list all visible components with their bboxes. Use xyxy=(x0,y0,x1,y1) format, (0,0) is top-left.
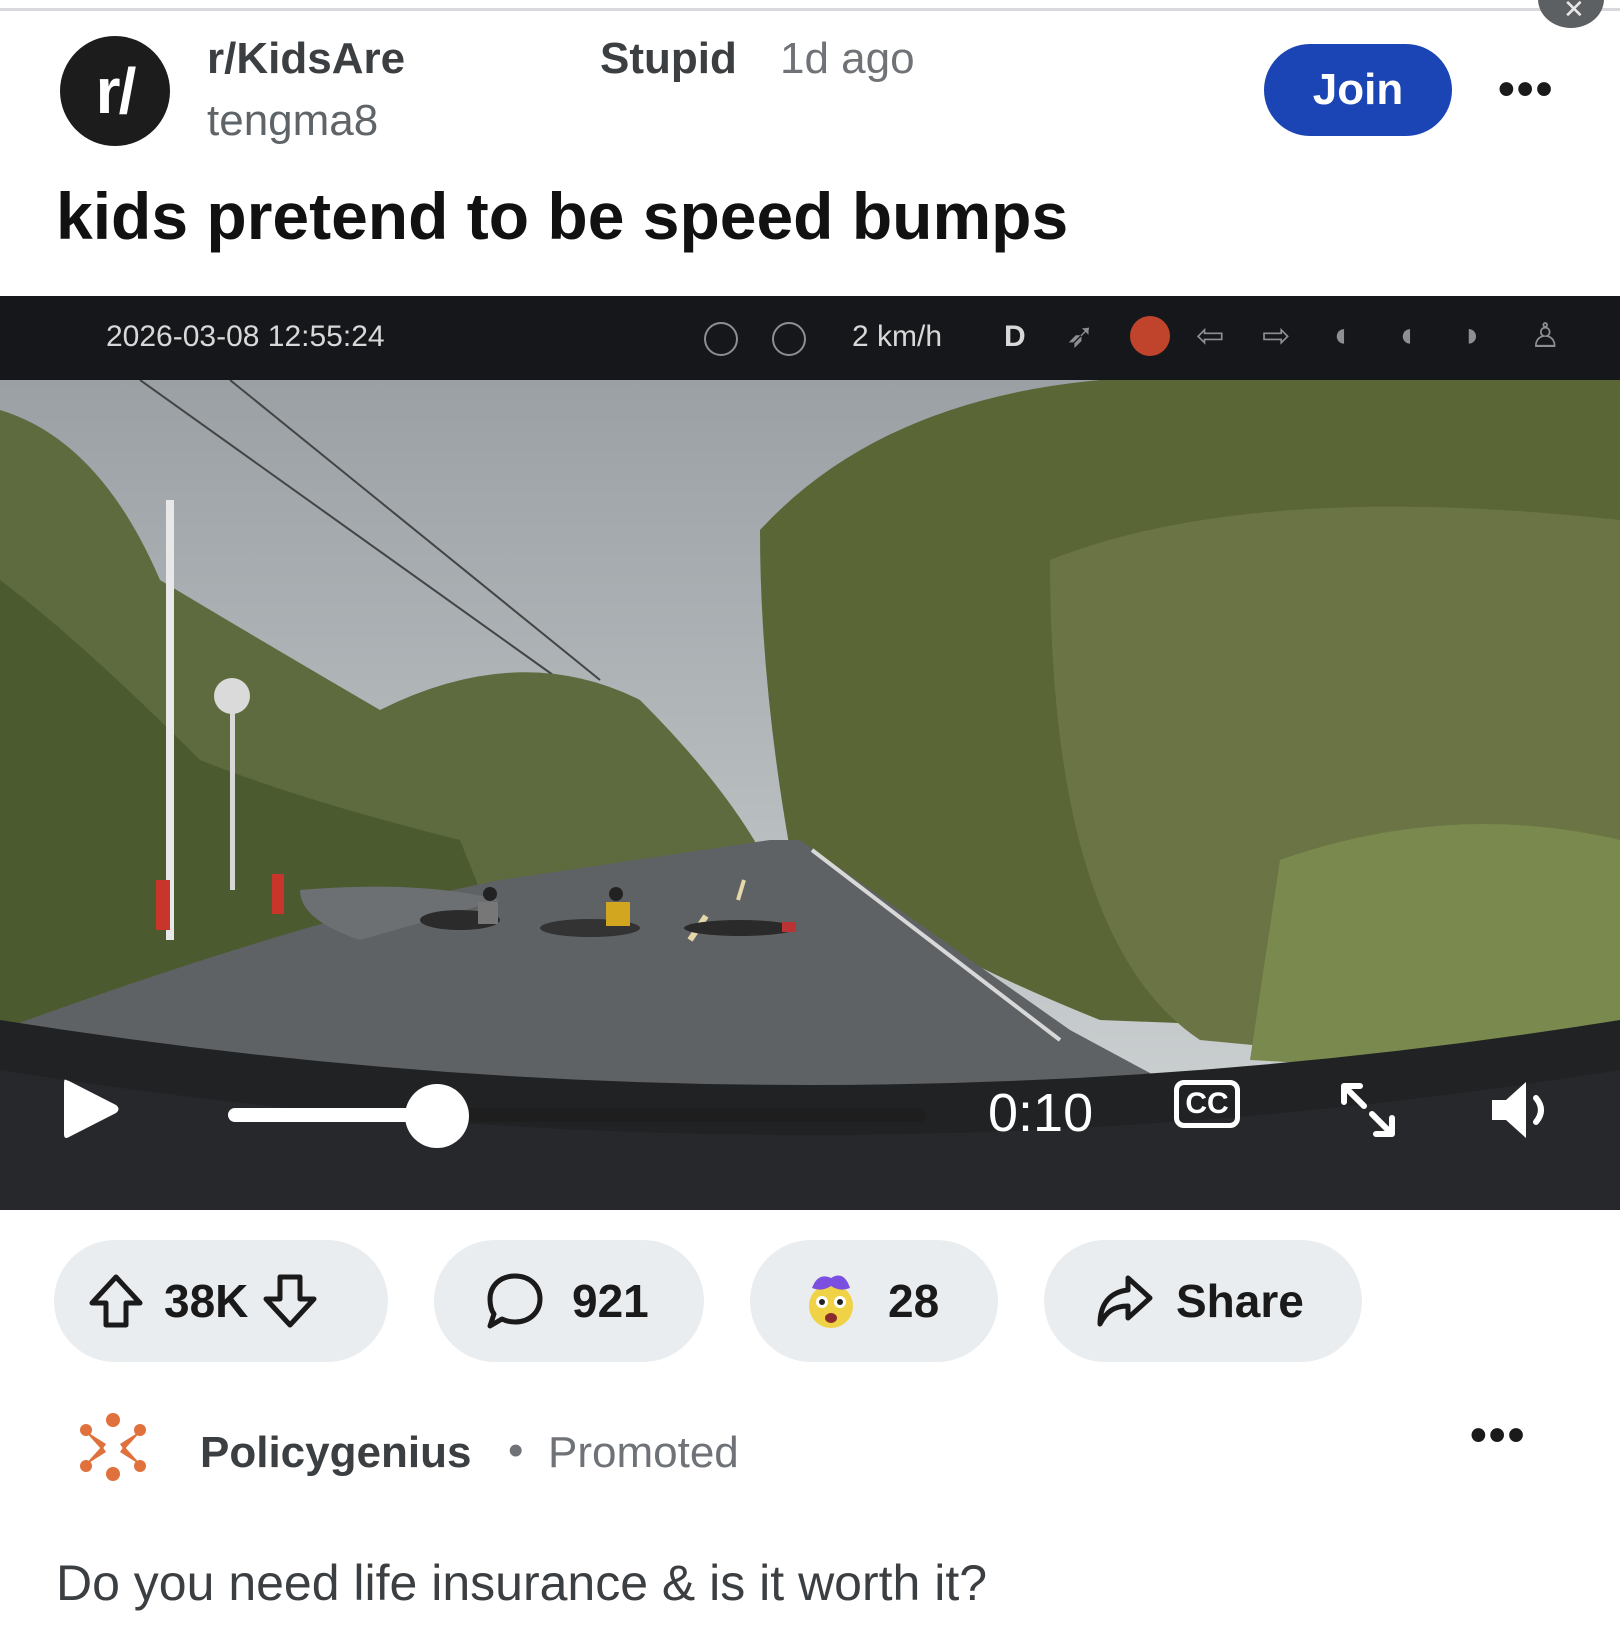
dashcam-hud: 2026-03-08 12:55:24 2 km/h D ➶ ⇦ ⇨ ◖ ◖ ◗… xyxy=(0,296,1620,380)
join-button[interactable]: Join xyxy=(1264,44,1452,136)
right-signal-icon: ⇨ xyxy=(1262,317,1291,355)
author-username[interactable]: tengma8 xyxy=(207,96,378,146)
vote-pill: 38K xyxy=(54,1240,388,1362)
closed-captions-button[interactable]: CC xyxy=(1174,1080,1240,1128)
post-time: 1d ago xyxy=(780,34,915,83)
video-time: 0:10 xyxy=(988,1083,1094,1143)
seatbelt-icon: ♙ xyxy=(1530,317,1561,355)
ad-headline[interactable]: Do you need life insurance & is it worth… xyxy=(56,1554,987,1612)
post-title[interactable]: kids pretend to be speed bumps xyxy=(56,178,1068,254)
ad-brand-name[interactable]: Policygenius xyxy=(200,1428,471,1478)
subreddit-avatar[interactable]: r/ xyxy=(60,36,170,146)
award-count: 28 xyxy=(888,1275,940,1327)
share-button[interactable]: Share xyxy=(1044,1240,1362,1362)
close-button[interactable]: ✕ xyxy=(1538,0,1604,28)
top-divider xyxy=(0,8,1620,11)
comment-count: 921 xyxy=(572,1275,649,1327)
vote-count: 38K xyxy=(164,1275,249,1327)
subreddit-name[interactable]: r/KidsAre xyxy=(207,34,405,84)
awards-button[interactable]: 28 xyxy=(750,1240,998,1362)
eye-icon xyxy=(704,322,738,356)
close-icon: ✕ xyxy=(1563,0,1585,24)
volume-icon[interactable] xyxy=(1488,1078,1564,1142)
ad-more-icon[interactable]: ••• xyxy=(1470,1408,1526,1463)
hud-gear: D xyxy=(1004,320,1026,353)
comment-icon xyxy=(487,1273,543,1329)
fog-light-icon: ◗ xyxy=(1462,316,1483,354)
hud-speed: 2 km/h xyxy=(852,320,943,353)
fullscreen-icon[interactable] xyxy=(1338,1080,1398,1140)
video-player[interactable]: 2026-03-08 12:55:24 2 km/h D ➶ ⇦ ⇨ ◖ ◖ ◗… xyxy=(0,296,1620,1210)
mind-blown-award-icon xyxy=(809,1275,853,1328)
share-icon xyxy=(1097,1275,1153,1327)
upvote-icon[interactable] xyxy=(86,1271,146,1331)
play-icon[interactable] xyxy=(60,1076,122,1142)
post-more-icon[interactable]: ••• xyxy=(1498,62,1554,117)
policygenius-logo-icon[interactable] xyxy=(76,1410,150,1484)
video-progress-bar[interactable] xyxy=(228,1084,926,1148)
high-beam-icon: ◖ xyxy=(1396,316,1417,354)
left-signal-icon: ⇦ xyxy=(1196,317,1225,355)
warning-icon xyxy=(1130,316,1170,356)
downvote-icon[interactable] xyxy=(260,1271,320,1331)
comments-button[interactable]: 921 xyxy=(434,1240,704,1362)
wiper-icon: ➶ xyxy=(1066,317,1095,355)
progress-scrubber[interactable] xyxy=(405,1084,470,1148)
headlight-icon: ◖ xyxy=(1330,316,1351,354)
promoted-label: Promoted xyxy=(548,1428,739,1477)
hud-timestamp: 2026-03-08 12:55:24 xyxy=(106,320,385,353)
subreddit-name-continued[interactable]: Stupid xyxy=(600,34,737,84)
share-label: Share xyxy=(1176,1275,1304,1327)
ad-separator: • xyxy=(508,1426,524,1475)
aeb-icon xyxy=(772,322,806,356)
